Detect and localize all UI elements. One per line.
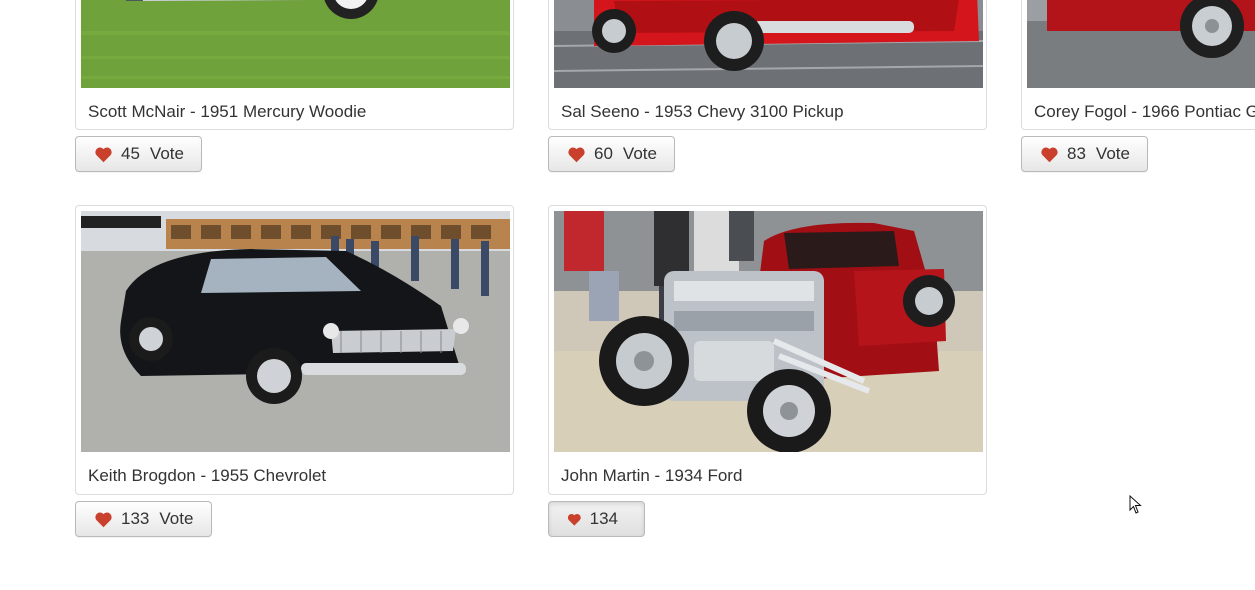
- vote-count: 45: [121, 144, 140, 163]
- car-photo[interactable]: [554, 0, 983, 88]
- mouse-pointer-icon: [1129, 495, 1142, 514]
- heart-icon: [95, 512, 112, 527]
- vote-button[interactable]: 133 Vote: [75, 501, 212, 537]
- car-caption: Corey Fogol - 1966 Pontiac G: [1034, 102, 1255, 121]
- car-photo[interactable]: [81, 211, 510, 452]
- heart-icon: [567, 513, 581, 526]
- car-card: Scott McNair - 1951 Mercury Woodie: [75, 0, 514, 130]
- vote-label: Vote: [159, 509, 194, 528]
- car-photo[interactable]: [554, 211, 983, 452]
- car-photo[interactable]: [81, 0, 510, 88]
- car-show-gallery: Scott McNair - 1951 Mercury Woodie 45 Vo…: [0, 0, 1255, 590]
- heart-icon: [1041, 147, 1058, 162]
- car-card: Keith Brogdon - 1955 Chevrolet: [75, 205, 514, 495]
- vote-count: 83: [1067, 144, 1086, 163]
- vote-button[interactable]: 134: [548, 501, 645, 537]
- vote-count: 134: [589, 509, 618, 528]
- car-card: Corey Fogol - 1966 Pontiac G: [1021, 0, 1255, 130]
- vote-button[interactable]: 83 Vote: [1021, 136, 1148, 172]
- heart-icon: [568, 147, 585, 162]
- vote-label: Vote: [149, 144, 184, 163]
- car-card: John Martin - 1934 Ford: [548, 205, 987, 495]
- vote-button[interactable]: 60 Vote: [548, 136, 675, 172]
- car-caption: Keith Brogdon - 1955 Chevrolet: [88, 466, 327, 485]
- car-caption: Scott McNair - 1951 Mercury Woodie: [88, 102, 367, 121]
- heart-icon: [95, 147, 112, 162]
- vote-label: Vote: [622, 144, 657, 163]
- vote-label: Vote: [1095, 144, 1130, 163]
- car-caption: Sal Seeno - 1953 Chevy 3100 Pickup: [561, 102, 844, 121]
- vote-count: 133: [121, 509, 150, 528]
- car-caption: John Martin - 1934 Ford: [561, 466, 743, 485]
- car-photo[interactable]: [1027, 0, 1255, 88]
- vote-count: 60: [594, 144, 613, 163]
- vote-button[interactable]: 45 Vote: [75, 136, 202, 172]
- car-card: Sal Seeno - 1953 Chevy 3100 Pickup: [548, 0, 987, 130]
